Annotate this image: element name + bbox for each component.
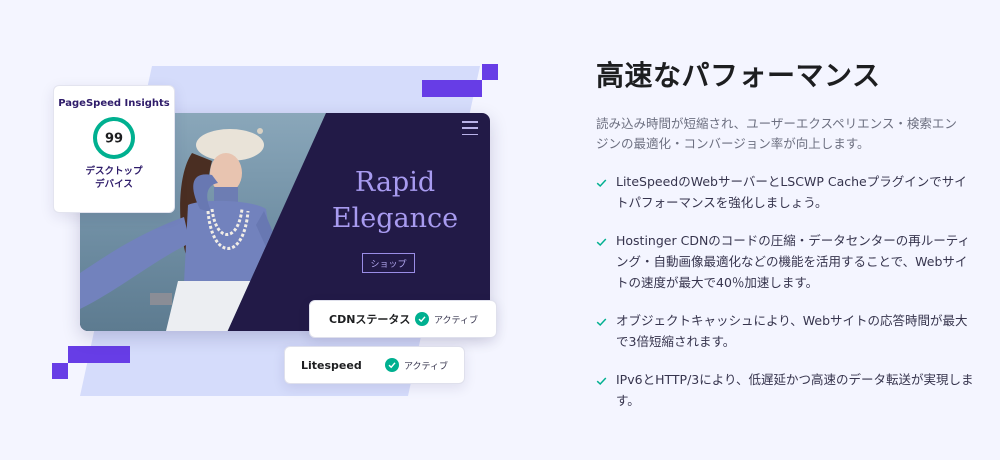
feature-text: LiteSpeedのWebサーバーとLSCWP Cacheプラグインでサイトパフ…	[616, 174, 967, 210]
feature-item: IPv6とHTTP/3により、低遅延かつ高速のデータ転送が実現します。	[596, 369, 976, 411]
status-name: CDNステータス	[329, 313, 411, 326]
check-icon	[385, 358, 399, 372]
status-badge: アクティブ	[434, 315, 479, 326]
menu-icon[interactable]	[462, 121, 478, 135]
check-icon	[415, 312, 429, 326]
device-label: デスクトップ デバイス	[54, 165, 174, 191]
feature-item: Hostinger CDNのコードの圧縮・データセンターの再ルーティング・自動画…	[596, 230, 976, 293]
device-label-line: デバイス	[95, 179, 133, 190]
feature-text: Hostinger CDNのコードの圧縮・データセンターの再ルーティング・自動画…	[616, 233, 971, 290]
feature-text: IPv6とHTTP/3により、低遅延かつ高速のデータ転送が実現します。	[616, 372, 974, 408]
check-icon	[596, 171, 616, 213]
check-icon	[596, 230, 616, 293]
decorative-block	[68, 346, 130, 363]
section-heading: 高速なパフォーマンス	[596, 59, 881, 92]
score-value: 99	[105, 132, 123, 147]
feature-item: オブジェクトキャッシュにより、Webサイトの応答時間が最大で3倍短縮されます。	[596, 310, 976, 352]
score-gauge: 99	[93, 117, 135, 159]
check-icon	[596, 310, 616, 352]
hero-title-line: Rapid	[354, 167, 436, 198]
hero-title: Rapid Elegance	[330, 165, 460, 237]
decorative-block	[422, 80, 482, 97]
cdn-status-card: CDNステータス アクティブ	[309, 300, 497, 338]
hero-title-line: Elegance	[331, 203, 459, 234]
shop-button[interactable]: ショップ	[362, 253, 415, 273]
feature-text: オブジェクトキャッシュにより、Webサイトの応答時間が最大で3倍短縮されます。	[616, 313, 968, 349]
feature-list: LiteSpeedのWebサーバーとLSCWP Cacheプラグインでサイトパフ…	[596, 171, 976, 428]
status-badge: アクティブ	[404, 361, 449, 372]
decorative-block	[52, 363, 68, 379]
check-icon	[596, 369, 616, 411]
section-lead: 読み込み時間が短縮され、ユーザーエクスペリエンス・検索エンジンの最適化・コンバー…	[596, 116, 957, 151]
device-label-line: デスクトップ	[85, 166, 143, 177]
pagespeed-card: PageSpeed Insights 99 デスクトップ デバイス	[53, 85, 175, 213]
hero-visual: Rapid Elegance ショップ PageSpeed Insights 9…	[0, 0, 540, 460]
pagespeed-title: PageSpeed Insights	[58, 98, 170, 109]
litespeed-status-card: Litespeed アクティブ	[284, 346, 465, 384]
status-name: Litespeed	[301, 358, 362, 372]
decorative-block	[482, 64, 498, 80]
feature-item: LiteSpeedのWebサーバーとLSCWP Cacheプラグインでサイトパフ…	[596, 171, 976, 213]
